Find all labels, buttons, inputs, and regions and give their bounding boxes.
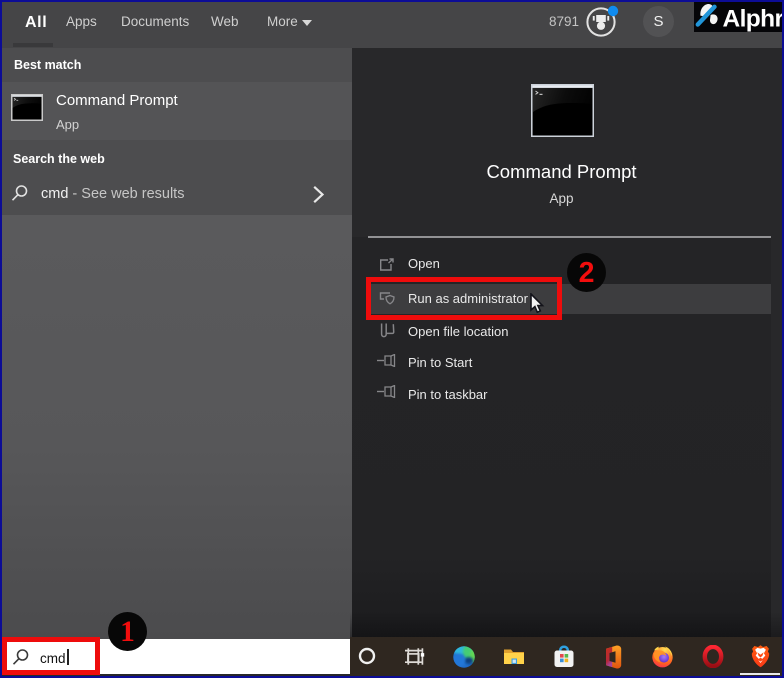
svg-text:Alphr: Alphr [723, 6, 784, 33]
